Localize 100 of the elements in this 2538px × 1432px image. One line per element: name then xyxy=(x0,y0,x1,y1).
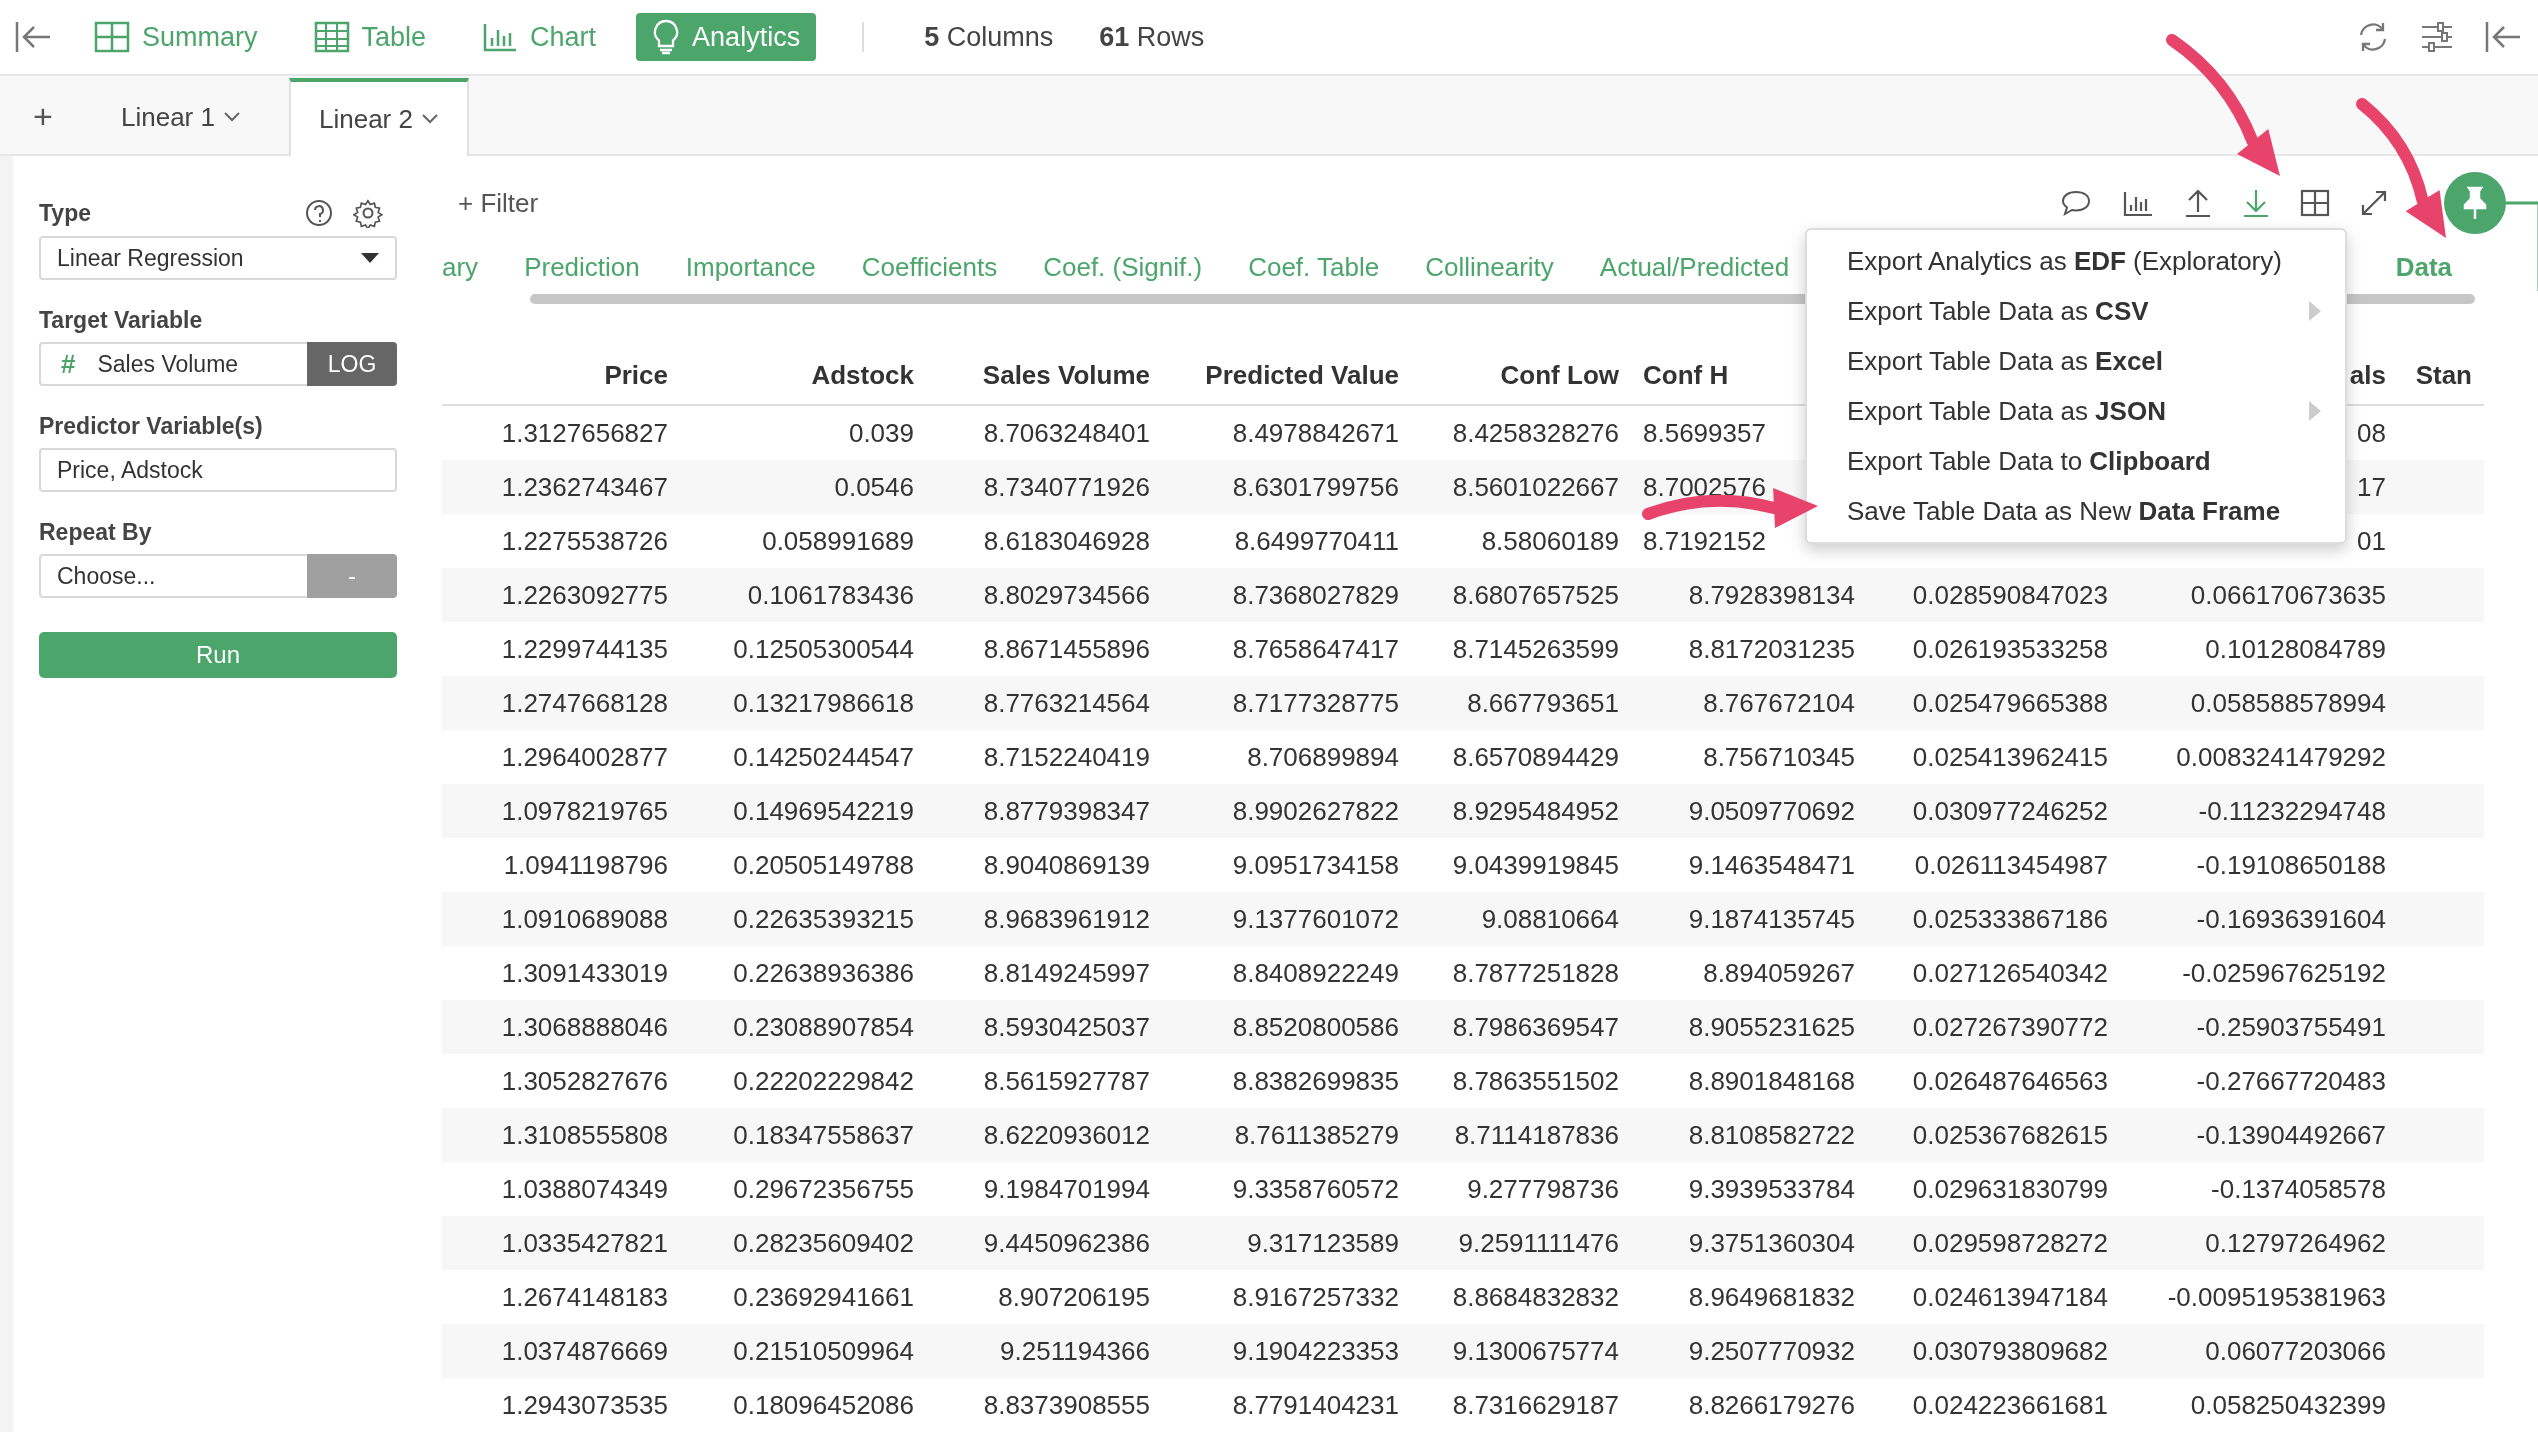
add-tab-button[interactable]: + xyxy=(13,78,73,154)
toolbar-icon-button[interactable] xyxy=(2184,188,2212,218)
analysis-tab[interactable]: Coef. Table xyxy=(1248,251,1380,283)
toolbar-icon-button[interactable] xyxy=(2300,189,2330,217)
target-variable-field[interactable]: # Sales Volume xyxy=(39,342,307,386)
table-cell: 0.20505149788 xyxy=(733,849,914,880)
table-cell: 9.2507770932 xyxy=(1688,1335,1855,1366)
table-cell: 0.22635393215 xyxy=(733,903,914,934)
column-header: Adstock xyxy=(811,359,914,390)
table-cell: 8.706899894 xyxy=(1247,741,1399,772)
table-cell: 0.12797264962 xyxy=(2205,1227,2386,1258)
table-cell: -0.025967625192 xyxy=(2182,957,2386,988)
settings-sliders-icon[interactable] xyxy=(2420,21,2454,53)
table-cell: 8.5601022667 xyxy=(1452,471,1619,502)
nav-tab[interactable]: Analytics xyxy=(636,13,817,61)
menu-item[interactable]: Save Table Data as New Data Frame xyxy=(1807,486,2345,536)
analysis-tab[interactable]: Prediction xyxy=(524,251,640,283)
table-cell: 8.7763214564 xyxy=(983,687,1150,718)
field-label: Target Variable xyxy=(39,307,203,334)
analysis-tab[interactable]: Linear 1 xyxy=(93,80,269,154)
table-cell: 9.2591111476 xyxy=(1458,1227,1619,1258)
clear-button[interactable]: - xyxy=(307,554,397,598)
repeat-by-field[interactable]: Choose... xyxy=(39,554,307,598)
analysis-tab[interactable]: Linear 2 xyxy=(288,78,469,156)
toolbar-icon-button[interactable] xyxy=(2060,189,2092,217)
filter-button[interactable]: + Filter xyxy=(456,187,547,219)
table-cell: 9.0509770692 xyxy=(1688,795,1855,826)
table-cell: 8.6183046928 xyxy=(983,525,1150,556)
table-cell: 0.029598728272 xyxy=(1912,1227,2108,1258)
table-cell: 8.9902627822 xyxy=(1232,795,1399,826)
lightbulb-icon xyxy=(652,19,681,55)
analysis-tab[interactable]: Coefficients xyxy=(861,251,998,283)
table-cell: 8.667793651 xyxy=(1467,687,1619,718)
table-cell: 0.027267390772 xyxy=(1912,1011,2108,1042)
analysis-tab[interactable]: Coef. (Signif.) xyxy=(1043,251,1203,283)
menu-item[interactable]: Export Table Data as Excel xyxy=(1807,336,2345,386)
table-cell: 0.10128084789 xyxy=(2205,633,2386,664)
column-header: Price xyxy=(604,359,668,390)
predictor-variables-field[interactable]: Price, Adstock xyxy=(39,448,397,492)
table-cell: 0.026487646563 xyxy=(1912,1065,2108,1096)
table-cell: 8.6220936012 xyxy=(983,1119,1150,1150)
table-cell: 1.0374876669 xyxy=(501,1335,668,1366)
type-dropdown[interactable]: Linear Regression xyxy=(39,236,397,280)
table-cell: 9.1300675774 xyxy=(1452,1335,1619,1366)
column-header: Predicted Value xyxy=(1205,359,1399,390)
table-cell: 0.18347558637 xyxy=(733,1119,914,1150)
menu-item[interactable]: Export Table Data as CSV xyxy=(1807,286,2345,336)
column-header: Conf H xyxy=(1643,359,1729,390)
menu-item[interactable]: Export Table Data to Clipboard xyxy=(1807,436,2345,486)
table-cell: 1.2964002877 xyxy=(501,741,668,772)
table-cell: 0.025367682615 xyxy=(1912,1119,2108,1150)
menu-item[interactable]: Export Analytics as EDF (Exploratory) xyxy=(1807,236,2345,286)
table-cell: 8.7368027829 xyxy=(1232,579,1399,610)
table-cell: 9.1377601072 xyxy=(1232,903,1399,934)
table-cell: 0.024223661681 xyxy=(1912,1389,2108,1420)
table-cell: 8.8901848168 xyxy=(1688,1065,1855,1096)
field-label: Repeat By xyxy=(39,519,152,546)
table-cell: 0.18096452086 xyxy=(733,1389,914,1420)
analysis-tab[interactable]: Actual/Predicted xyxy=(1599,251,1790,283)
table-cell: 0.058588578994 xyxy=(2190,687,2386,718)
settings-icon[interactable] xyxy=(353,198,383,228)
dropdown-caret-icon xyxy=(361,253,379,263)
toolbar-icon-button[interactable] xyxy=(2360,189,2388,217)
nav-tab[interactable]: Chart xyxy=(466,13,613,61)
help-icon[interactable] xyxy=(305,199,333,227)
bar-chart-icon xyxy=(482,21,519,53)
nav-tab[interactable]: Table xyxy=(297,13,443,61)
table-cell: 1.0941198796 xyxy=(503,849,668,880)
run-button[interactable]: Run xyxy=(39,632,397,678)
analysis-tab[interactable]: Importance xyxy=(685,251,816,283)
table-cell: 8.9295484952 xyxy=(1452,795,1619,826)
table-cell: 8.7791404231 xyxy=(1232,1389,1399,1420)
menu-item[interactable]: Export Table Data as JSON xyxy=(1807,386,2345,436)
count-label: 61 Rows xyxy=(1099,21,1205,53)
submenu-arrow-icon xyxy=(2309,301,2321,321)
submenu-arrow-icon xyxy=(2309,401,2321,421)
log-toggle[interactable]: LOG xyxy=(307,342,397,386)
table-cell: 8.7658647417 xyxy=(1232,633,1399,664)
table-cell: 8.58060189 xyxy=(1481,525,1619,556)
table-cell: 0.058250432399 xyxy=(2190,1389,2386,1420)
table-cell: 8.9040869139 xyxy=(983,849,1150,880)
table-cell: 8.6570894429 xyxy=(1452,741,1619,772)
table-cell: 8.8172031235 xyxy=(1688,633,1855,664)
count-label: 5 Columns xyxy=(924,21,1054,53)
table-cell: 8.5699357 xyxy=(1643,417,1766,448)
table-cell: 0.06077203066 xyxy=(2205,1335,2386,1366)
analysis-tab[interactable]: ary xyxy=(442,251,479,283)
table-cell: 0.030793809682 xyxy=(1912,1335,2108,1366)
table-cell: 8.4978842671 xyxy=(1232,417,1399,448)
toolbar-icon-button[interactable] xyxy=(2122,189,2154,217)
table-cell: 0.030977246252 xyxy=(1912,795,2108,826)
table-cell: 8.9683961912 xyxy=(983,903,1150,934)
chevron-down-icon xyxy=(420,113,439,125)
table-cell: 8.7986369547 xyxy=(1452,1011,1619,1042)
nav-tab[interactable]: Summary xyxy=(78,13,274,61)
column-header: Sales Volume xyxy=(982,359,1150,390)
analysis-tab[interactable]: Collinearity xyxy=(1425,251,1554,283)
table-cell: 8.8029734566 xyxy=(983,579,1150,610)
table-cell: 8.8373908555 xyxy=(983,1389,1150,1420)
analysis-tab[interactable]: Data xyxy=(2395,251,2452,283)
